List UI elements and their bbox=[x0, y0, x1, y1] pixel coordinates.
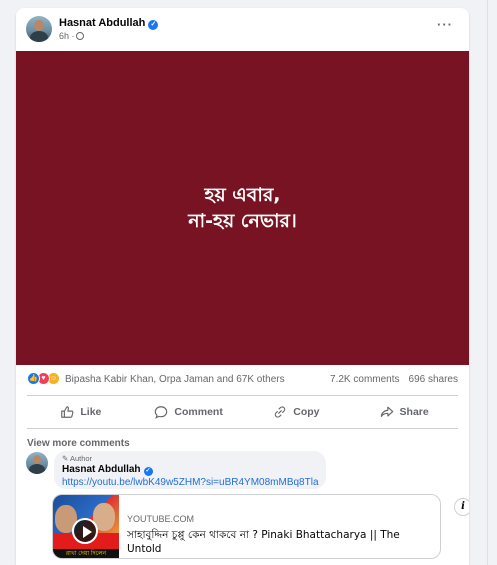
thumbs-up-icon bbox=[61, 406, 74, 418]
comment-author[interactable]: Hasnat Abdullah bbox=[62, 464, 141, 475]
link-preview-card[interactable]: রাখা দেয়া দিলেন YOUTUBE.COM সাহাবুদ্দিন… bbox=[52, 494, 441, 559]
shares-count[interactable]: 696 shares bbox=[409, 374, 458, 385]
like-reaction-icon: 👍 bbox=[27, 372, 40, 385]
view-more-comments-link[interactable]: View more comments bbox=[27, 438, 130, 449]
comment-link[interactable]: https://youtu.be/lwbK49w5ZHM?si=uBR4YM08… bbox=[62, 477, 319, 488]
scrollbar-gutter bbox=[487, 0, 497, 565]
reactors-text[interactable]: Bipasha Kabir Khan, Orpa Jaman and 67K o… bbox=[65, 374, 285, 385]
image-text-line-1: হয় এবার, bbox=[204, 184, 281, 206]
like-button[interactable]: Like bbox=[27, 396, 135, 428]
author-name-line[interactable]: Hasnat Abdullah ✓ bbox=[59, 17, 159, 30]
comment-bubble-icon bbox=[155, 406, 168, 419]
share-arrow-icon bbox=[380, 406, 393, 417]
image-text-line-2: না-হয় নেভার। bbox=[188, 210, 297, 232]
author-avatar[interactable] bbox=[26, 16, 52, 42]
verified-badge-icon: ✓ bbox=[148, 20, 159, 30]
comment-author-line[interactable]: Hasnat Abdullah ✓ bbox=[62, 464, 153, 476]
post-header: Hasnat Abdullah ✓ 6h · ··· bbox=[16, 8, 469, 51]
info-icon[interactable]: i bbox=[454, 498, 469, 516]
play-icon[interactable] bbox=[72, 518, 98, 544]
copy-button[interactable]: Copy bbox=[243, 396, 351, 428]
author-badge: ✎ Author bbox=[62, 454, 93, 463]
post-card: Hasnat Abdullah ✓ 6h · ··· হয় এবার, না-হ… bbox=[16, 8, 469, 565]
author-name[interactable]: Hasnat Abdullah bbox=[59, 17, 145, 29]
post-timestamp[interactable]: 6h · bbox=[59, 31, 84, 41]
globe-icon bbox=[75, 32, 84, 40]
action-bar: Like Comment Copy Share bbox=[27, 395, 458, 429]
share-button[interactable]: Share bbox=[350, 396, 458, 428]
video-thumbnail[interactable]: রাখা দেয়া দিলেন bbox=[53, 495, 119, 558]
more-options-button[interactable]: ··· bbox=[435, 18, 455, 34]
preview-domain: YOUTUBE.COM bbox=[127, 514, 195, 524]
reaction-icons[interactable]: 👍 ♥ ☺ bbox=[27, 372, 63, 386]
post-image[interactable]: হয় এবার, না-হয় নেভার। bbox=[16, 51, 469, 365]
verified-badge-icon: ✓ bbox=[143, 467, 153, 476]
comment-button[interactable]: Comment bbox=[135, 396, 243, 428]
reactions-summary: 👍 ♥ ☺ Bipasha Kabir Khan, Orpa Jaman and… bbox=[16, 371, 469, 387]
engagement-counts: 7.2K comments 696 shares bbox=[330, 374, 458, 385]
pen-icon: ✎ bbox=[62, 454, 69, 463]
preview-title[interactable]: সাহাবুদ্দিন চুপ্পু কেন থাকবে না ? Pinaki… bbox=[127, 528, 427, 556]
link-icon bbox=[275, 406, 286, 418]
comments-count[interactable]: 7.2K comments bbox=[330, 374, 399, 385]
thumbnail-caption: রাখা দেয়া দিলেন bbox=[53, 549, 119, 558]
comment-bubble: ✎ Author Hasnat Abdullah ✓ https://youtu.… bbox=[54, 451, 326, 489]
commenter-avatar[interactable] bbox=[26, 452, 48, 474]
